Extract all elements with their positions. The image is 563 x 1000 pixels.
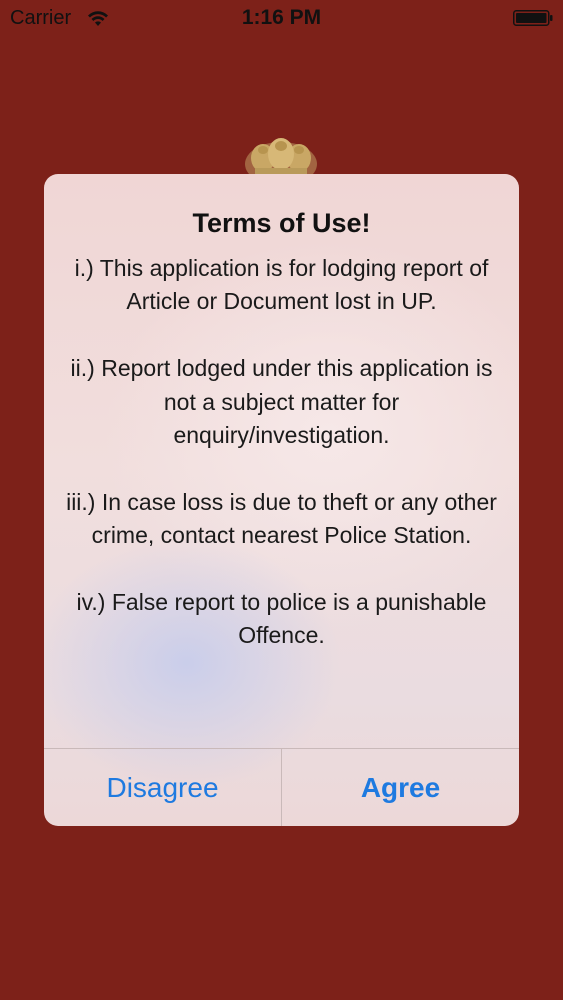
clock: 1:16 PM — [241, 6, 322, 29]
terms-alert-dialog: Terms of Use! i.) This application is fo… — [44, 174, 519, 826]
agree-button[interactable]: Agree — [281, 749, 519, 826]
battery-full-icon — [513, 10, 553, 26]
dialog-title: Terms of Use! — [192, 208, 371, 238]
disagree-button[interactable]: Disagree — [44, 749, 281, 826]
term-item: iv.) False report to police is a punisha… — [76, 589, 487, 649]
term-item: iii.) In case loss is due to theft or an… — [66, 488, 497, 549]
term-item: i.) This application is for lodging repo… — [74, 255, 489, 315]
dialog-button-row: Disagree Agree — [44, 748, 519, 826]
terms-text: i.) This application is for lodging repo… — [64, 252, 499, 686]
status-bar: Carrier 1:16 PM — [0, 0, 563, 38]
term-item: ii.) Report lodged under this applicatio… — [70, 355, 493, 449]
